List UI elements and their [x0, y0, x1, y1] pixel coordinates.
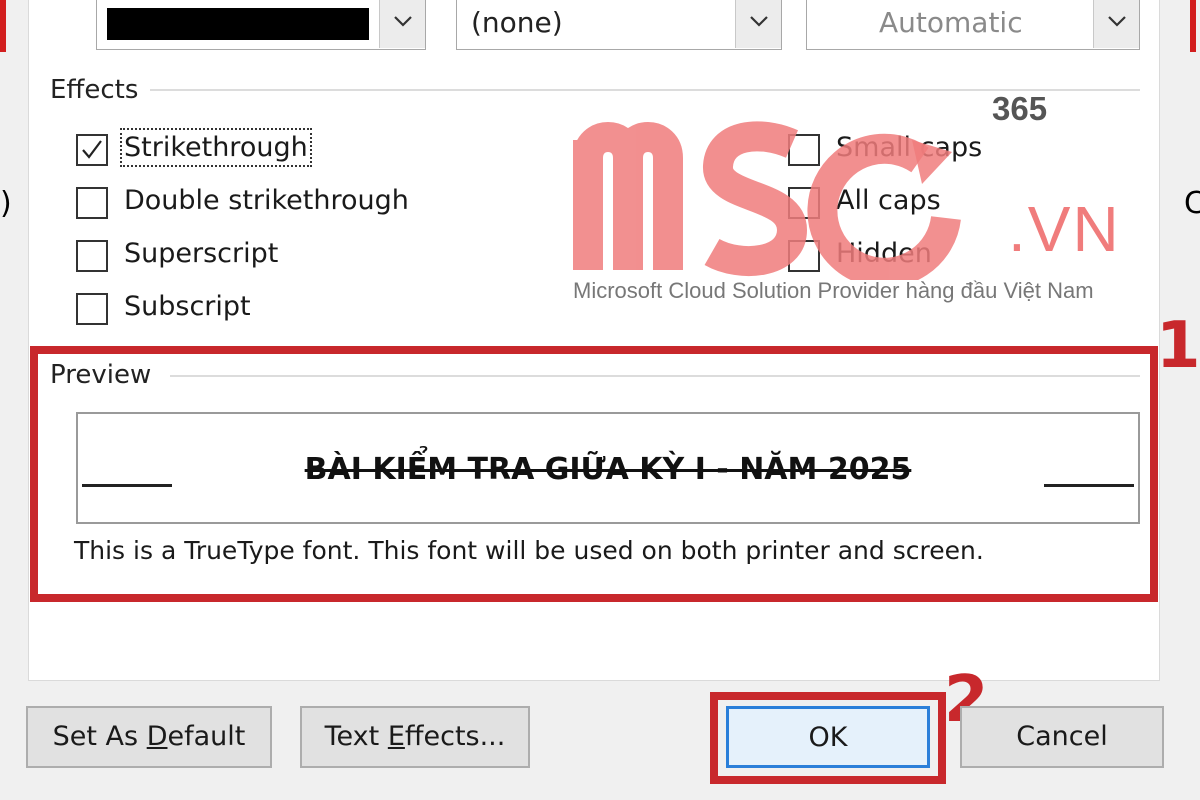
subscript-label: Subscript	[124, 291, 251, 322]
chevron-down-icon	[750, 16, 768, 27]
checkbox-superscript[interactable]	[76, 240, 108, 272]
preview-sample-text: BÀI KIỂM TRA GIỮA KỲ I - NĂM 2025	[304, 452, 912, 487]
underline-style-dropdown-button[interactable]	[735, 0, 781, 48]
background-red-mark-right	[1190, 0, 1196, 52]
checkbox-subscript[interactable]	[76, 293, 108, 325]
checkbox-double-strikethrough[interactable]	[76, 187, 108, 219]
step-1-marker: 1	[1156, 309, 1200, 383]
text-effects-mnemonic: E	[387, 721, 405, 752]
strikethrough-label: Strikethrough	[120, 128, 312, 167]
ok-button-label: OK	[808, 722, 848, 753]
truetype-font-note: This is a TrueType font. This font will …	[74, 536, 984, 565]
underline-style-dropdown[interactable]: (none)	[456, 0, 782, 50]
effects-group-label: Effects	[50, 75, 147, 105]
effects-group-divider	[150, 89, 1140, 91]
dialog-content	[28, 0, 1160, 681]
hidden-label: Hidden	[836, 238, 932, 269]
checkbox-all-caps[interactable]	[788, 187, 820, 219]
checkmark-icon	[82, 140, 102, 159]
chevron-down-icon	[1108, 16, 1126, 27]
double-strikethrough-label: Double strikethrough	[124, 185, 409, 216]
underline-color-dropdown-button[interactable]	[1093, 0, 1139, 48]
preview-right-rule	[1044, 484, 1134, 487]
underline-style-value: (none)	[471, 6, 563, 39]
font-color-dropdown-button[interactable]	[379, 0, 425, 48]
underline-color-value: Automatic	[879, 6, 1023, 39]
cancel-button-label: Cancel	[1016, 721, 1108, 752]
background-text-right: C	[1184, 186, 1200, 221]
font-color-dropdown[interactable]	[96, 0, 426, 50]
text-effects-label-prefix: Text	[324, 721, 388, 752]
preview-pane: BÀI KIỂM TRA GIỮA KỲ I - NĂM 2025	[76, 412, 1140, 524]
superscript-label: Superscript	[124, 238, 279, 269]
checkbox-small-caps[interactable]	[788, 134, 820, 166]
checkbox-hidden[interactable]	[788, 240, 820, 272]
cancel-button[interactable]: Cancel	[960, 706, 1164, 768]
checkbox-strikethrough[interactable]	[76, 134, 108, 166]
all-caps-label: All caps	[836, 185, 941, 216]
preview-group-label: Preview	[50, 360, 160, 390]
background-text-left: )	[0, 186, 12, 221]
background-red-mark-left	[0, 0, 6, 52]
chevron-down-icon	[394, 16, 412, 27]
font-dialog: ) C (none) Automatic Effects Strikethrou…	[0, 0, 1200, 800]
text-effects-button[interactable]: Text Effects...	[300, 706, 530, 768]
set-as-default-label-prefix: Set As	[52, 721, 147, 752]
set-as-default-mnemonic: D	[146, 721, 168, 752]
set-as-default-button[interactable]: Set As Default	[26, 706, 272, 768]
font-color-swatch	[107, 8, 369, 40]
small-caps-label: Small caps	[836, 132, 983, 163]
set-as-default-label-suffix: efault	[167, 721, 246, 752]
underline-color-dropdown[interactable]: Automatic	[806, 0, 1140, 50]
ok-button[interactable]: OK	[726, 706, 930, 768]
preview-group-divider	[170, 375, 1140, 377]
text-effects-label-suffix: ffects...	[404, 721, 506, 752]
